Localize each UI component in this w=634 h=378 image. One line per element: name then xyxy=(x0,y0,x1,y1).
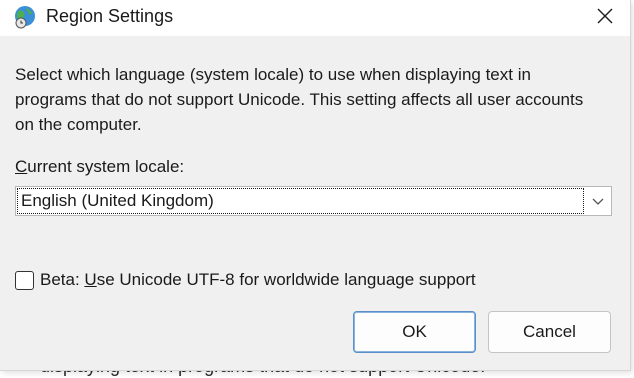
globe-clock-icon xyxy=(12,4,38,30)
dialog-content: Select which language (system locale) to… xyxy=(0,36,630,370)
description-text: Select which language (system locale) to… xyxy=(15,65,584,134)
dialog-title: Region Settings xyxy=(46,6,174,26)
beta-label-text: se Unicode UTF-8 for worldwide language … xyxy=(96,270,476,289)
ok-button[interactable]: OK xyxy=(353,311,476,353)
close-icon xyxy=(596,7,614,30)
close-button[interactable] xyxy=(580,0,630,36)
locale-label-accelerator: C xyxy=(15,157,28,176)
beta-utf8-option[interactable]: Beta: Use Unicode UTF-8 for worldwide la… xyxy=(15,268,476,292)
beta-prefix: Beta: xyxy=(40,270,85,289)
locale-label-text: urrent system locale: xyxy=(27,157,185,176)
beta-label-accelerator: U xyxy=(84,270,97,289)
system-locale-value: English (United Kingdom) xyxy=(17,188,584,214)
system-locale-label: Current system locale: xyxy=(15,157,184,177)
system-locale-dropdown[interactable]: English (United Kingdom) xyxy=(15,186,612,216)
cancel-button[interactable]: Cancel xyxy=(488,311,611,353)
chevron-down-icon xyxy=(591,194,605,208)
region-settings-dialog: Region Settings Select which language (s… xyxy=(0,0,631,371)
title-bar[interactable]: Region Settings xyxy=(0,0,630,36)
beta-utf8-label: Beta: Use Unicode UTF-8 for worldwide la… xyxy=(40,270,476,290)
beta-utf8-checkbox[interactable] xyxy=(15,270,34,290)
